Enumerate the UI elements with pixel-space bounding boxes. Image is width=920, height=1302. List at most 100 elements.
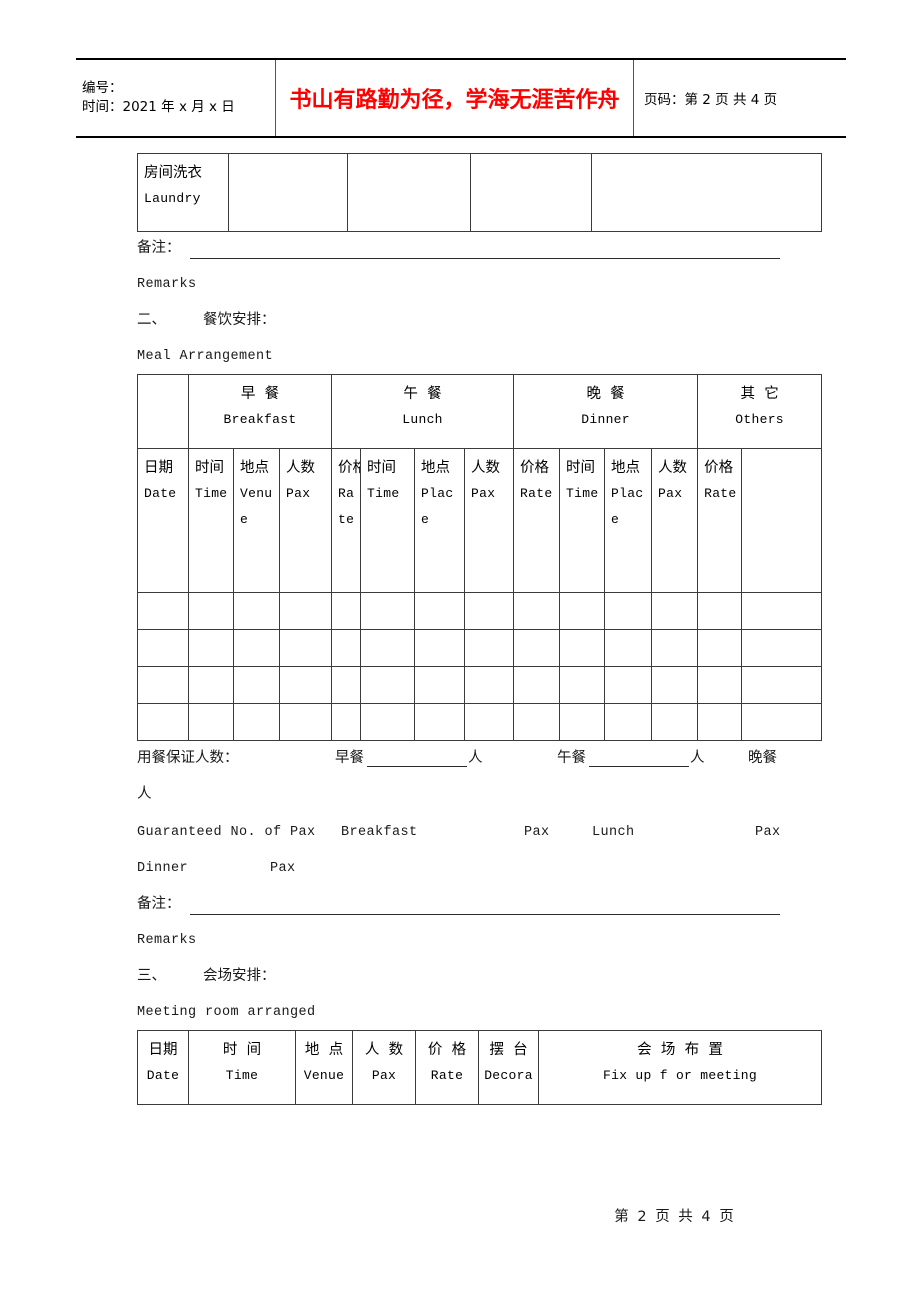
meal-cell-r2-c14[interactable] (741, 629, 823, 667)
header-page-label: 页码：第 2 页 共 4 页 (644, 92, 778, 108)
meal-group-breakfast-cn: 早 餐 (240, 386, 280, 402)
laundry-cell-2[interactable] (347, 153, 471, 232)
meal-cell-r1-c7[interactable] (414, 592, 466, 630)
meal-cell-r4-c13[interactable] (697, 703, 743, 741)
meal-cell-r3-c9[interactable] (513, 666, 561, 704)
meal-cell-r2-c6[interactable] (360, 629, 416, 667)
meal-cell-r3-c11[interactable] (604, 666, 653, 704)
meal-group-dinner: 晚 餐 Dinner (513, 374, 699, 449)
guarantee-breakfast-rule[interactable] (367, 766, 467, 767)
meal-cell-r4-c2[interactable] (188, 703, 234, 741)
guarantee-lunch-rule[interactable] (589, 766, 689, 767)
meal-cell-r2-c10[interactable] (559, 629, 606, 667)
meal-col-lu-pax-cn: 人数 (471, 460, 501, 476)
remarks-1-label-cn: 备注： (137, 240, 181, 256)
meal-group-others-en: Others (735, 412, 784, 427)
meal-cell-r2-c2[interactable] (188, 629, 234, 667)
section-3-title-cn: 会场安排： (203, 968, 276, 984)
meeting-col-rate: 价 格 Rate (415, 1030, 479, 1105)
meal-cell-r3-c14[interactable] (741, 666, 823, 704)
guarantee-dinner-cn: 晚餐 (748, 750, 777, 766)
meal-cell-r4-c4[interactable] (278, 703, 333, 741)
meal-cell-r1-c2[interactable] (188, 592, 234, 630)
header-page-cell: 页码：第 2 页 共 4 页 (634, 60, 846, 136)
meeting-col-time: 时 间 Time (188, 1030, 296, 1105)
meal-col-di-place-en: Place (611, 486, 644, 527)
meal-cell-r3-c10[interactable] (559, 666, 606, 704)
remarks-2-label-en: Remarks (137, 933, 197, 948)
remarks-1-rule[interactable] (190, 258, 780, 259)
meal-cell-r3-c1[interactable] (137, 666, 189, 704)
meal-cell-r4-c9[interactable] (513, 703, 561, 741)
meal-cell-r1-c3[interactable] (233, 592, 280, 630)
meal-cell-r1-c5[interactable] (331, 592, 362, 630)
meal-cell-r4-c12[interactable] (651, 703, 699, 741)
meal-cell-r4-c7[interactable] (414, 703, 466, 741)
meal-cell-r2-c12[interactable] (651, 629, 699, 667)
meal-cell-r3-c12[interactable] (651, 666, 699, 704)
meal-cell-r1-c8[interactable] (464, 592, 515, 630)
table-row: 房间洗衣 Laundry (137, 153, 822, 232)
meal-cell-r2-c11[interactable] (604, 629, 653, 667)
meal-cell-r3-c3[interactable] (233, 666, 280, 704)
meal-cell-r1-c4[interactable] (278, 592, 333, 630)
meal-col-date-en: Date (144, 486, 177, 501)
remarks-2-label-cn: 备注： (137, 896, 181, 912)
meal-cell-r2-c1[interactable] (137, 629, 189, 667)
meal-cell-r4-c3[interactable] (233, 703, 280, 741)
meal-cell-r2-c3[interactable] (233, 629, 280, 667)
header-slogan-cell: 书山有路勤为径，学海无涯苦作舟 (276, 60, 634, 136)
guarantee-breakfast-cn: 早餐 (335, 750, 364, 766)
meal-cell-r2-c13[interactable] (697, 629, 743, 667)
meal-cell-r4-c6[interactable] (360, 703, 416, 741)
table-row (137, 666, 823, 704)
guarantee-breakfast-pax-en: Pax (524, 825, 550, 840)
meal-col-di-place: 地点 Place (604, 448, 653, 593)
page-header: 编号： 时间：2021 年 x 月 x 日 书山有路勤为径，学海无涯苦作舟 页码… (76, 58, 846, 138)
laundry-cell-4[interactable] (591, 153, 822, 232)
meal-cell-r4-c8[interactable] (464, 703, 515, 741)
meal-cell-r1-c11[interactable] (604, 592, 653, 630)
guarantee-lunch-pax-cn: 人 (690, 750, 705, 766)
meal-cell-r1-c10[interactable] (559, 592, 606, 630)
meal-cell-r1-c9[interactable] (513, 592, 561, 630)
meeting-col-decora: 摆 台 Decora (478, 1030, 539, 1105)
meal-cell-r1-c13[interactable] (697, 592, 743, 630)
meal-cell-r3-c7[interactable] (414, 666, 466, 704)
laundry-cell-1[interactable] (228, 153, 348, 232)
meal-cell-r2-c4[interactable] (278, 629, 333, 667)
meal-group-lunch-en: Lunch (402, 412, 443, 427)
meal-col-bf-venue-en: Venue (240, 486, 273, 527)
meal-cell-r2-c9[interactable] (513, 629, 561, 667)
meal-col-di-pax-cn: 人数 (658, 460, 688, 476)
meal-cell-r1-c14[interactable] (741, 592, 823, 630)
meal-group-dinner-cn: 晚 餐 (586, 386, 625, 402)
meal-cell-r4-c5[interactable] (331, 703, 362, 741)
remarks-2-rule[interactable] (190, 914, 780, 915)
header-id-label: 编号： (82, 80, 123, 96)
meal-col-di-time-cn: 时间 (566, 460, 596, 476)
meal-cell-r1-c12[interactable] (651, 592, 699, 630)
meal-cell-r3-c5[interactable] (331, 666, 362, 704)
meal-cell-r3-c8[interactable] (464, 666, 515, 704)
meal-cell-r4-c1[interactable] (137, 703, 189, 741)
laundry-cell-3[interactable] (470, 153, 592, 232)
meal-cell-r4-c14[interactable] (741, 703, 823, 741)
meal-cell-r3-c13[interactable] (697, 666, 743, 704)
meal-cell-r2-c7[interactable] (414, 629, 466, 667)
meal-cell-r1-c6[interactable] (360, 592, 416, 630)
meal-cell-r2-c8[interactable] (464, 629, 515, 667)
remarks-1-label-en: Remarks (137, 277, 197, 292)
meal-col-lu-time-en: Time (367, 486, 400, 501)
meal-cell-r3-c6[interactable] (360, 666, 416, 704)
meal-cell-r3-c2[interactable] (188, 666, 234, 704)
meal-col-bf-rate: 价格 Rate (331, 448, 362, 593)
meal-cell-r2-c5[interactable] (331, 629, 362, 667)
meal-arrangement-table: 早 餐 Breakfast 午 餐 Lunch 晚 餐 Dinner 其 它 O… (137, 374, 823, 741)
meal-cell-r4-c10[interactable] (559, 703, 606, 741)
meal-col-lu-time-cn: 时间 (367, 460, 397, 476)
meal-cell-r4-c11[interactable] (604, 703, 653, 741)
meal-cell-r1-c1[interactable] (137, 592, 189, 630)
meal-cell-r3-c4[interactable] (278, 666, 333, 704)
meal-col-bf-rate-en: Rate (338, 486, 355, 527)
